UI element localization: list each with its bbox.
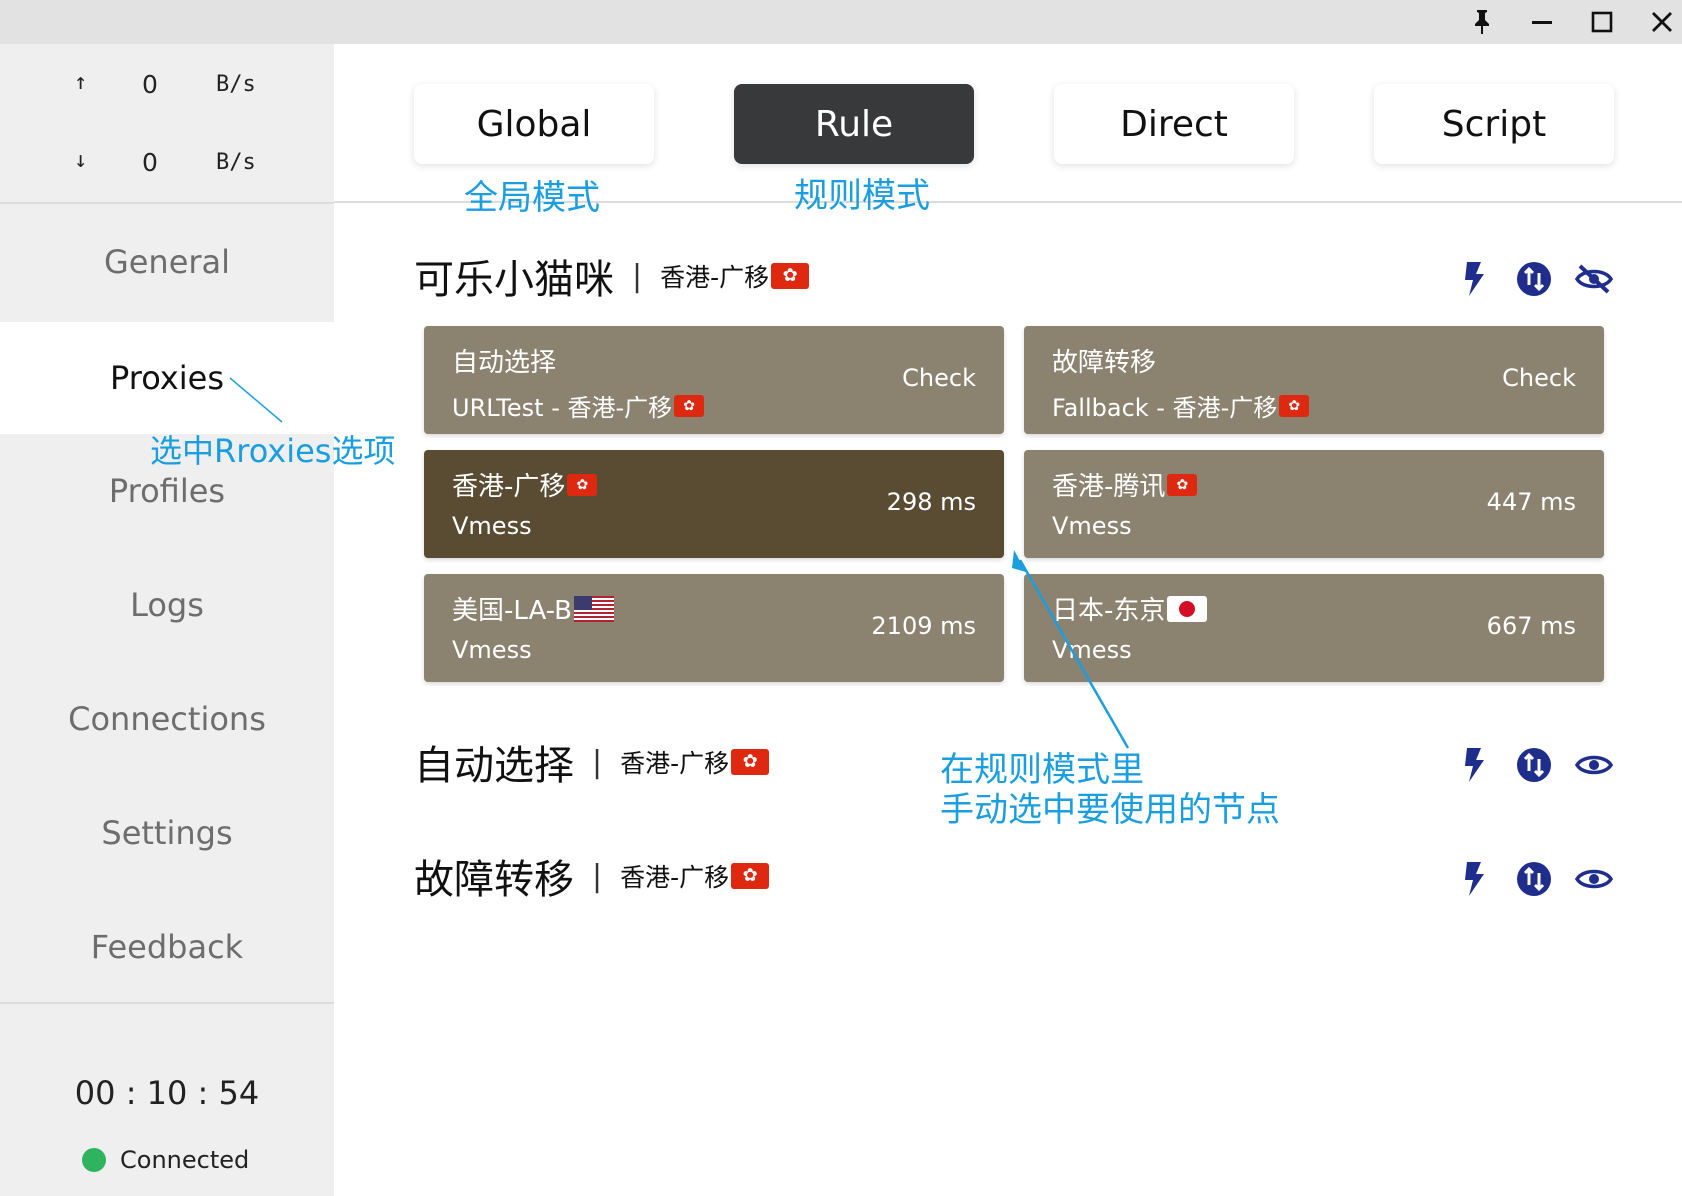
eye-icon[interactable] — [1574, 859, 1614, 899]
mode-script-button[interactable]: Script — [1374, 84, 1614, 164]
annotation-global-mode: 全局模式 — [464, 178, 600, 218]
proxy-group-header[interactable]: 自动选择 | 香港-广移 — [414, 732, 770, 792]
latency-test-icon[interactable] — [1454, 859, 1494, 899]
download-value: 0 — [142, 148, 158, 177]
sidebar-item-connections[interactable]: Connections — [0, 664, 334, 774]
group-actions — [1434, 254, 1614, 304]
proxy-name: 美国-LA-B — [452, 590, 614, 627]
hk-flag-icon — [771, 263, 810, 289]
proxy-type: Vmess — [452, 636, 532, 664]
sidebar-item-proxies[interactable]: Proxies — [0, 322, 334, 434]
minimize-icon[interactable] — [1522, 4, 1562, 40]
proxy-type: Vmess — [1052, 636, 1132, 664]
proxy-type: Vmess — [452, 512, 532, 540]
group-selected-proxy: 香港-广移 — [620, 744, 770, 780]
group-selected-proxy: 香港-广移 — [660, 258, 810, 294]
proxy-group-header[interactable]: 可乐小猫咪 | 香港-广移 — [414, 246, 810, 306]
proxy-name: 香港-腾讯 — [1052, 466, 1198, 503]
group-separator: | — [632, 258, 643, 294]
annotation-node-line2: 手动选中要使用的节点 — [940, 790, 1280, 830]
proxy-name: 故障转移 — [1052, 348, 1157, 378]
group-actions — [1434, 740, 1614, 790]
proxy-latency: 2109 ms — [871, 612, 976, 640]
proxy-latency: 667 ms — [1486, 612, 1576, 640]
status-dot-icon — [82, 1148, 106, 1172]
us-flag-icon — [573, 595, 614, 622]
proxy-name: 香港-广移 — [452, 466, 598, 503]
annotation-select-node: 在规则模式里 手动选中要使用的节点 — [940, 750, 1280, 830]
mode-global-button[interactable]: Global — [414, 84, 654, 164]
hk-flag-icon — [731, 749, 770, 775]
maximize-icon[interactable] — [1582, 4, 1622, 40]
latency-test-icon[interactable] — [1454, 745, 1494, 785]
sidebar-item-general[interactable]: General — [0, 206, 334, 318]
check-button[interactable]: Check — [902, 364, 976, 392]
upload-value: 0 — [142, 70, 158, 99]
group-name: 可乐小猫咪 — [414, 257, 614, 303]
proxy-card-jp-tokyo[interactable]: 日本-东京 Vmess 667 ms — [1024, 574, 1604, 682]
upload-arrow-icon: ↑ — [74, 70, 88, 95]
sidebar-divider — [0, 202, 334, 204]
hk-flag-icon — [731, 863, 770, 889]
proxy-type: Vmess — [1052, 512, 1132, 540]
download-unit: B/s — [216, 150, 256, 175]
connection-status: Connected — [82, 1146, 249, 1174]
group-name: 故障转移 — [414, 857, 574, 903]
status-text: Connected — [120, 1146, 250, 1174]
proxy-card-us-la-b[interactable]: 美国-LA-B Vmess 2109 ms — [424, 574, 1004, 682]
eye-icon[interactable] — [1574, 745, 1614, 785]
download-arrow-icon: ↓ — [74, 148, 88, 173]
upload-unit: B/s — [216, 72, 256, 97]
annotation-select-proxies: 选中Rroxies选项 — [150, 432, 396, 470]
proxy-card-hk-guangyi[interactable]: 香港-广移 Vmess 298 ms — [424, 450, 1004, 558]
pin-icon[interactable] — [1462, 4, 1502, 40]
group-selected-label: 香港-广移 — [620, 749, 730, 778]
group-selected-label: 香港-广移 — [620, 863, 730, 892]
sidebar-item-settings[interactable]: Settings — [0, 778, 334, 888]
group-selected-proxy: 香港-广移 — [620, 858, 770, 894]
proxy-type: URLTest - 香港-广移 — [452, 388, 705, 423]
hk-flag-icon — [567, 473, 598, 496]
mode-direct-button[interactable]: Direct — [1054, 84, 1294, 164]
group-selected-label: 香港-广移 — [660, 263, 770, 292]
proxy-latency: 298 ms — [886, 488, 976, 516]
sort-icon[interactable] — [1514, 859, 1554, 899]
sort-icon[interactable] — [1514, 745, 1554, 785]
group-actions — [1434, 854, 1614, 904]
eye-off-icon[interactable] — [1574, 259, 1614, 299]
latency-test-icon[interactable] — [1454, 259, 1494, 299]
sidebar: ↑ 0 B/s ↓ 0 B/s General Proxies Profiles… — [0, 44, 334, 1196]
proxy-card-hk-tencent[interactable]: 香港-腾讯 Vmess 447 ms — [1024, 450, 1604, 558]
hk-flag-icon — [1167, 473, 1198, 496]
proxy-card-urltest[interactable]: 自动选择 URLTest - 香港-广移 Check — [424, 326, 1004, 434]
check-button[interactable]: Check — [1502, 364, 1576, 392]
group-separator: | — [592, 858, 603, 894]
mode-rule-button[interactable]: Rule — [734, 84, 974, 164]
proxy-name: 自动选择 — [452, 348, 557, 378]
hk-flag-icon — [1279, 394, 1310, 417]
proxy-type: Fallback - 香港-广移 — [1052, 388, 1310, 423]
sidebar-item-feedback[interactable]: Feedback — [0, 892, 334, 1002]
annotation-rule-mode: 规则模式 — [794, 176, 930, 216]
download-speed: ↓ 0 B/s — [0, 142, 334, 182]
group-name: 自动选择 — [414, 743, 574, 789]
sidebar-item-logs[interactable]: Logs — [0, 550, 334, 660]
traffic-panel: ↑ 0 B/s ↓ 0 B/s — [0, 44, 334, 202]
proxy-name: 日本-东京 — [1052, 590, 1208, 627]
annotation-node-line1: 在规则模式里 — [940, 750, 1144, 790]
close-icon[interactable] — [1642, 4, 1682, 40]
proxy-card-fallback[interactable]: 故障转移 Fallback - 香港-广移 Check — [1024, 326, 1604, 434]
proxy-latency: 447 ms — [1486, 488, 1576, 516]
group-separator: | — [592, 744, 603, 780]
jp-flag-icon — [1167, 595, 1208, 622]
sort-icon[interactable] — [1514, 259, 1554, 299]
sidebar-divider-bottom — [0, 1002, 334, 1004]
upload-speed: ↑ 0 B/s — [0, 64, 334, 104]
title-bar — [0, 0, 1682, 44]
hk-flag-icon — [674, 394, 705, 417]
connection-timer: 00 : 10 : 54 — [74, 1074, 260, 1112]
proxy-group-header[interactable]: 故障转移 | 香港-广移 — [414, 846, 770, 906]
